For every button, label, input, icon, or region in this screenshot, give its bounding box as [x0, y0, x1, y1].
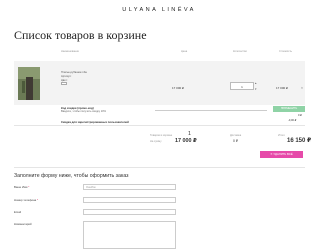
- qty-decrease-button[interactable]: ▾: [255, 87, 257, 91]
- comment-field[interactable]: [83, 221, 176, 249]
- email-field-label: Email: [14, 210, 21, 214]
- clear-cart-button[interactable]: ✕ УДАЛИТЬ ВСЁ: [260, 151, 303, 158]
- summary-amount-value: 17 000 ₽: [175, 138, 197, 144]
- column-header-name: Наименование: [61, 50, 79, 53]
- brand-logo[interactable]: ULYANA LINËVA: [0, 7, 318, 13]
- summary-qty-label: Товаров в корзине: [150, 134, 173, 137]
- registered-discount-label: Скидка для зарегистрированных пользовате…: [61, 120, 129, 124]
- qty-increase-button[interactable]: ▴: [255, 81, 257, 85]
- coupon-discount-amount: -0,00 ₽: [288, 119, 297, 122]
- page-title: Список товаров в корзине: [14, 28, 147, 42]
- name-field[interactable]: Ошибок: [83, 184, 176, 190]
- email-field[interactable]: [83, 209, 176, 215]
- cart-row: [14, 61, 305, 105]
- delivery-label: Доставка: [230, 134, 242, 137]
- column-header-price: Цена: [181, 50, 188, 53]
- product-name[interactable]: Платье-рубашка mba: [61, 71, 87, 74]
- divider: [14, 167, 305, 168]
- phone-field-label: Номер телефона *: [14, 198, 39, 202]
- final-total-label: Итого: [278, 134, 285, 137]
- divider: [14, 125, 305, 126]
- item-total: 17 000 ₽: [276, 86, 288, 90]
- order-form-title: Заполните форму ниже, чтобы оформить зак…: [14, 173, 129, 179]
- coupon-hint: Введите, чтобы получить скидку 10%: [61, 110, 106, 113]
- delivery-value: 0 ₽: [233, 139, 238, 143]
- summary-amount-label: На сумму: [150, 140, 162, 143]
- quantity-input[interactable]: 1: [230, 82, 254, 90]
- column-header-qty: Количество: [233, 50, 247, 53]
- coupon-discount-value: 0 ₽: [298, 114, 302, 117]
- coupon-input[interactable]: [155, 106, 267, 111]
- apply-coupon-button[interactable]: ПРИМЕНИТЬ: [273, 106, 305, 112]
- comment-field-label: Комментарий: [14, 222, 32, 226]
- final-total-value: 16 150 ₽: [287, 138, 312, 144]
- remove-item-icon[interactable]: ×: [301, 86, 303, 90]
- color-swatch: [61, 82, 67, 85]
- name-field-label: Ваше Имя *: [14, 185, 30, 189]
- phone-field[interactable]: [83, 197, 176, 203]
- product-image[interactable]: [18, 67, 40, 100]
- item-price: 17 000 ₽: [172, 86, 184, 90]
- column-header-total: Стоимость: [279, 50, 292, 53]
- summary-qty-value: 1: [188, 131, 191, 137]
- product-article: Артикул:: [61, 75, 72, 78]
